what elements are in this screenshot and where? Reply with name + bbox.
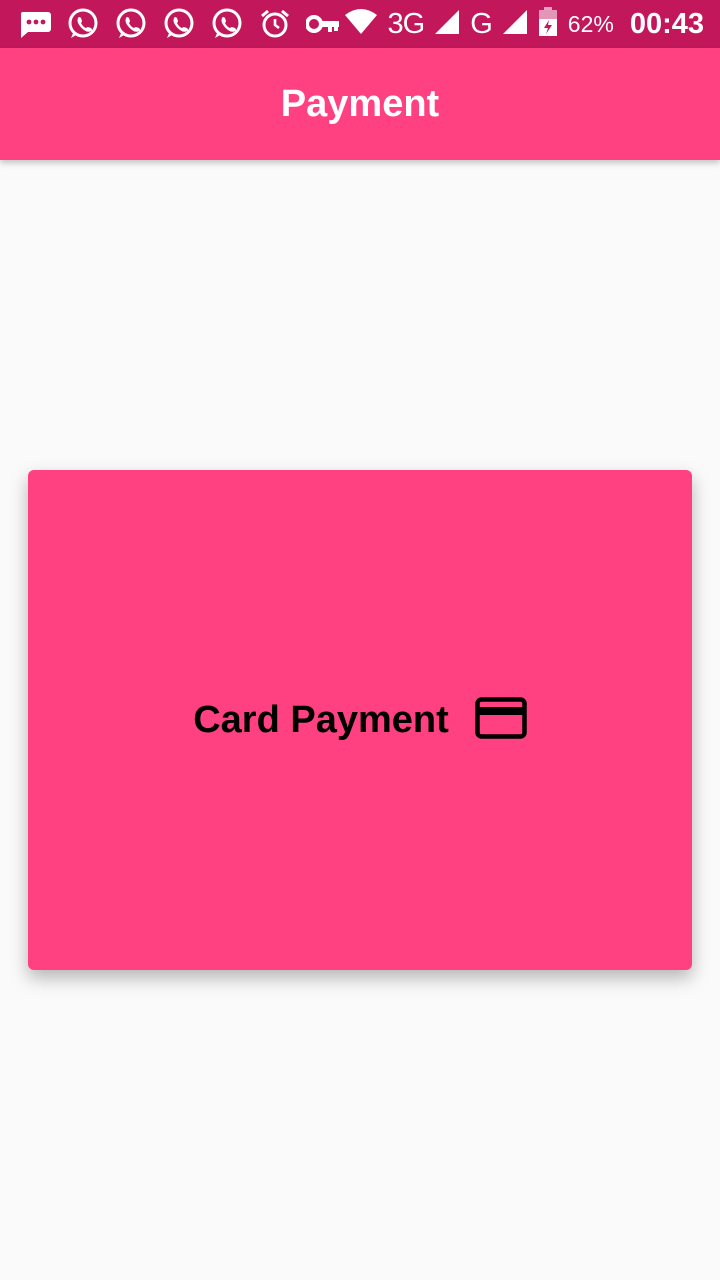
key-icon (306, 7, 340, 41)
network-type-label: 3G (387, 7, 426, 40)
card-payment-button[interactable]: Card Payment (28, 470, 692, 970)
card-payment-label: Card Payment (193, 698, 449, 741)
notification-icons (18, 7, 344, 41)
whatsapp-icon (66, 7, 100, 41)
whatsapp-icon (162, 7, 196, 41)
card-payment-content: Card Payment (193, 696, 527, 744)
signal-icon (434, 9, 460, 40)
alarm-icon (258, 7, 292, 41)
signal-icon-2 (502, 9, 528, 40)
battery-icon (538, 6, 558, 42)
battery-percent: 62% (567, 10, 614, 37)
network-type-label-2: G (470, 7, 493, 40)
wifi-icon (344, 8, 378, 40)
whatsapp-icon (210, 7, 244, 41)
message-icon (18, 7, 52, 41)
page-title: Payment (280, 82, 440, 125)
app-bar: Payment (0, 48, 720, 160)
status-indicators: 3G G 62% 00:43 (344, 6, 704, 42)
status-bar: 3G G 62% 00:43 (0, 0, 720, 48)
clock-time: 00:43 (629, 7, 704, 40)
whatsapp-icon (114, 7, 148, 41)
credit-card-icon (475, 696, 527, 744)
